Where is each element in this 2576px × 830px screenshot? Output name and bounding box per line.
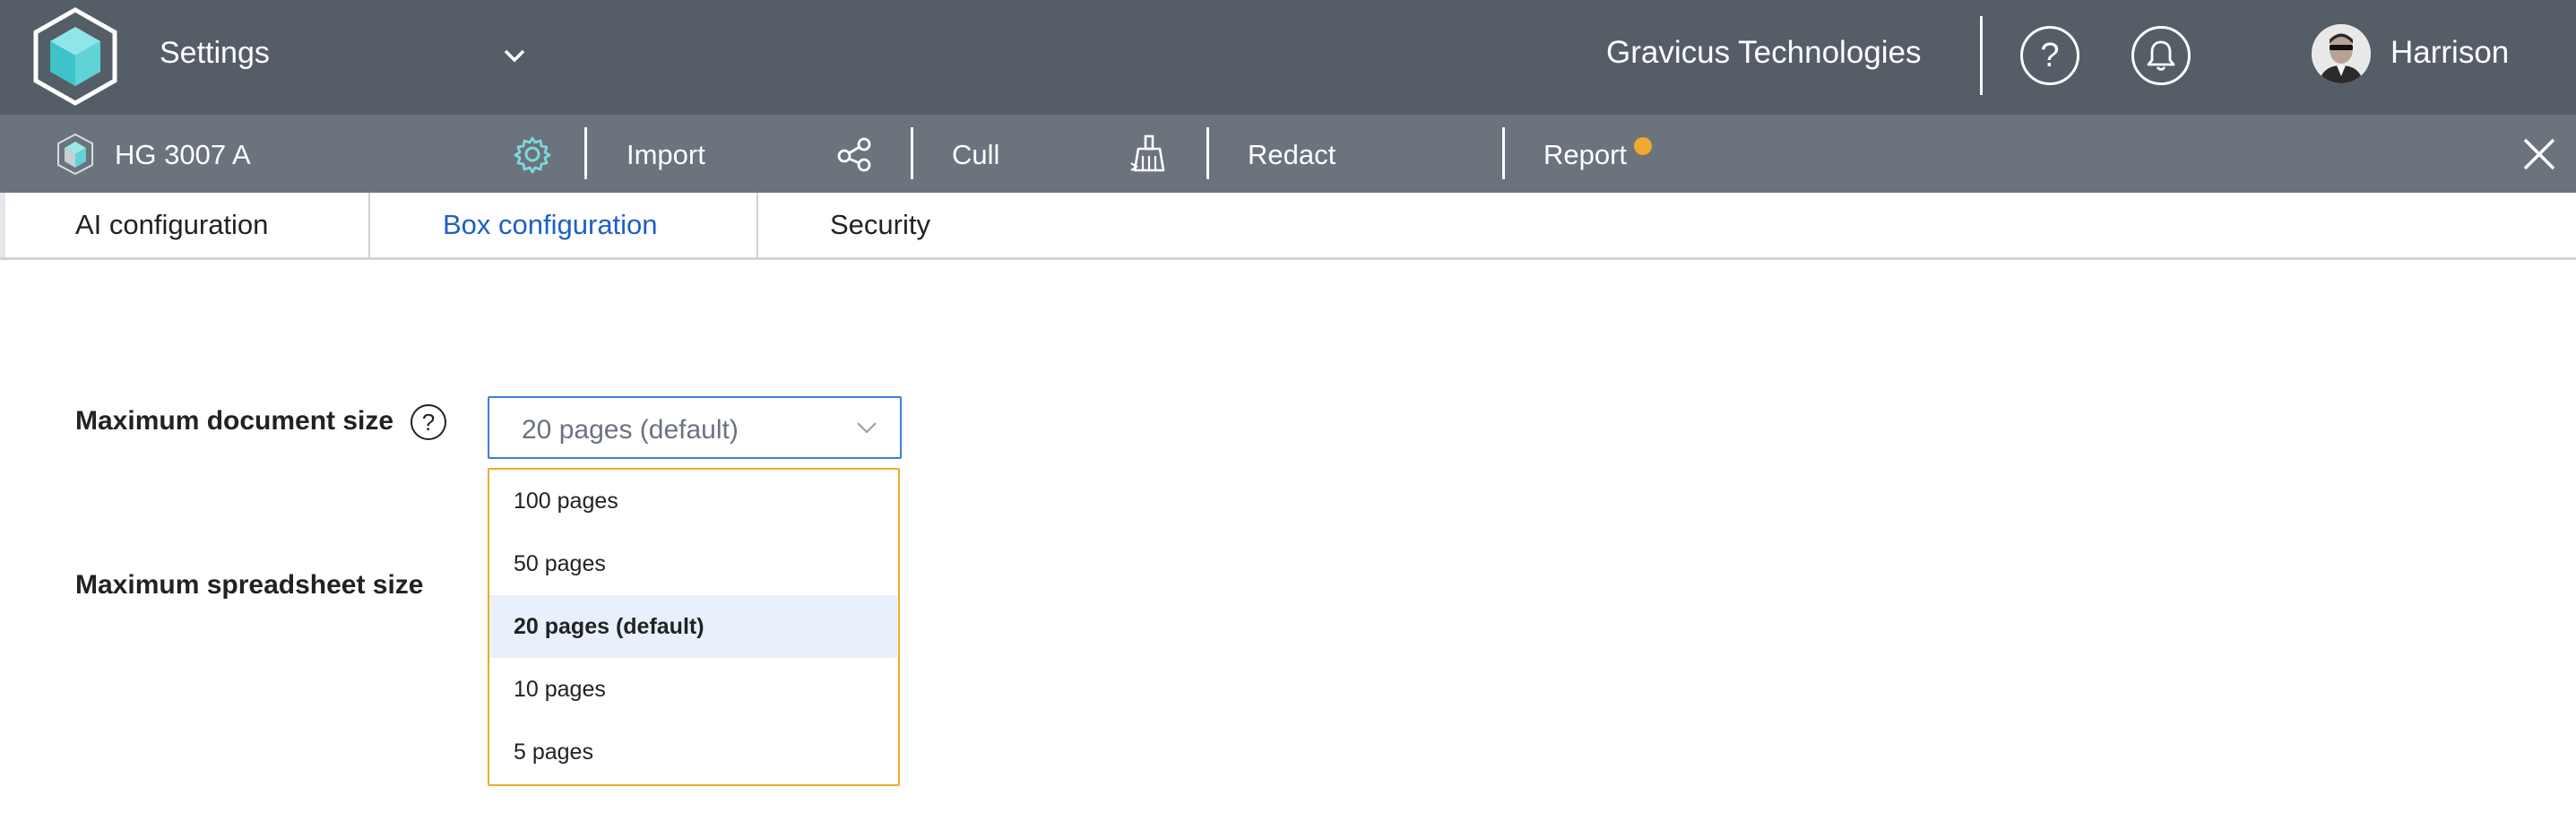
chevron-down-icon xyxy=(857,422,877,434)
project-toolbar: HG 3007 A Import Cull Redact Report xyxy=(0,115,2576,193)
divider xyxy=(1980,16,1983,95)
notifications-button[interactable] xyxy=(2131,26,2191,85)
app-title[interactable]: Settings xyxy=(160,36,270,71)
document-size-label: Maximum document size xyxy=(75,406,394,436)
divider xyxy=(1502,127,1505,179)
tab-box-configuration[interactable]: Box configuration xyxy=(443,193,658,257)
app-logo-icon[interactable] xyxy=(32,7,118,106)
select-value: 20 pages (default) xyxy=(522,415,739,445)
user-avatar-icon xyxy=(2312,24,2371,83)
avatar[interactable] xyxy=(2312,24,2371,83)
close-icon[interactable] xyxy=(2522,137,2556,171)
settings-tabs: AI configuration Box configuration Secur… xyxy=(0,193,2576,260)
bell-icon xyxy=(2147,40,2175,71)
dropdown-option[interactable]: 50 pages xyxy=(489,532,897,595)
spreadsheet-size-label: Maximum spreadsheet size xyxy=(75,570,424,600)
tab-ai-configuration[interactable]: AI configuration xyxy=(75,193,268,257)
share-nodes-icon[interactable] xyxy=(834,133,877,176)
document-size-dropdown: 100 pages 50 pages 20 pages (default) 10… xyxy=(488,468,900,786)
divider xyxy=(911,127,913,179)
chevron-down-icon[interactable] xyxy=(502,47,527,65)
tab-divider xyxy=(756,193,758,257)
project-cube-icon xyxy=(57,133,93,176)
gear-icon[interactable] xyxy=(511,133,554,176)
user-name[interactable]: Harrison xyxy=(2390,35,2509,71)
divider xyxy=(1206,127,1209,179)
dropdown-option-selected[interactable]: 20 pages (default) xyxy=(489,595,897,658)
nav-report[interactable]: Report xyxy=(1543,139,1627,171)
divider xyxy=(584,127,587,179)
nav-cull[interactable]: Cull xyxy=(952,139,999,171)
broom-icon[interactable] xyxy=(1128,133,1171,176)
report-notification-badge xyxy=(1634,137,1652,155)
question-icon[interactable]: ? xyxy=(411,404,446,440)
project-name[interactable]: HG 3007 A xyxy=(115,139,251,171)
tab-divider xyxy=(368,193,370,257)
question-icon: ? xyxy=(2040,37,2060,74)
help-button[interactable]: ? xyxy=(2020,26,2079,85)
document-size-select[interactable]: 20 pages (default) xyxy=(488,396,902,459)
dropdown-option[interactable]: 100 pages xyxy=(489,470,897,532)
tab-security[interactable]: Security xyxy=(830,193,930,257)
company-name: Gravicus Technologies xyxy=(1606,35,1922,70)
nav-import[interactable]: Import xyxy=(627,139,705,171)
top-bar: Settings Gravicus Technologies ? Harriso… xyxy=(0,0,2576,115)
tab-edge xyxy=(0,193,5,257)
dropdown-option[interactable]: 5 pages xyxy=(489,721,897,783)
nav-redact[interactable]: Redact xyxy=(1248,139,1336,171)
dropdown-option[interactable]: 10 pages xyxy=(489,658,897,721)
